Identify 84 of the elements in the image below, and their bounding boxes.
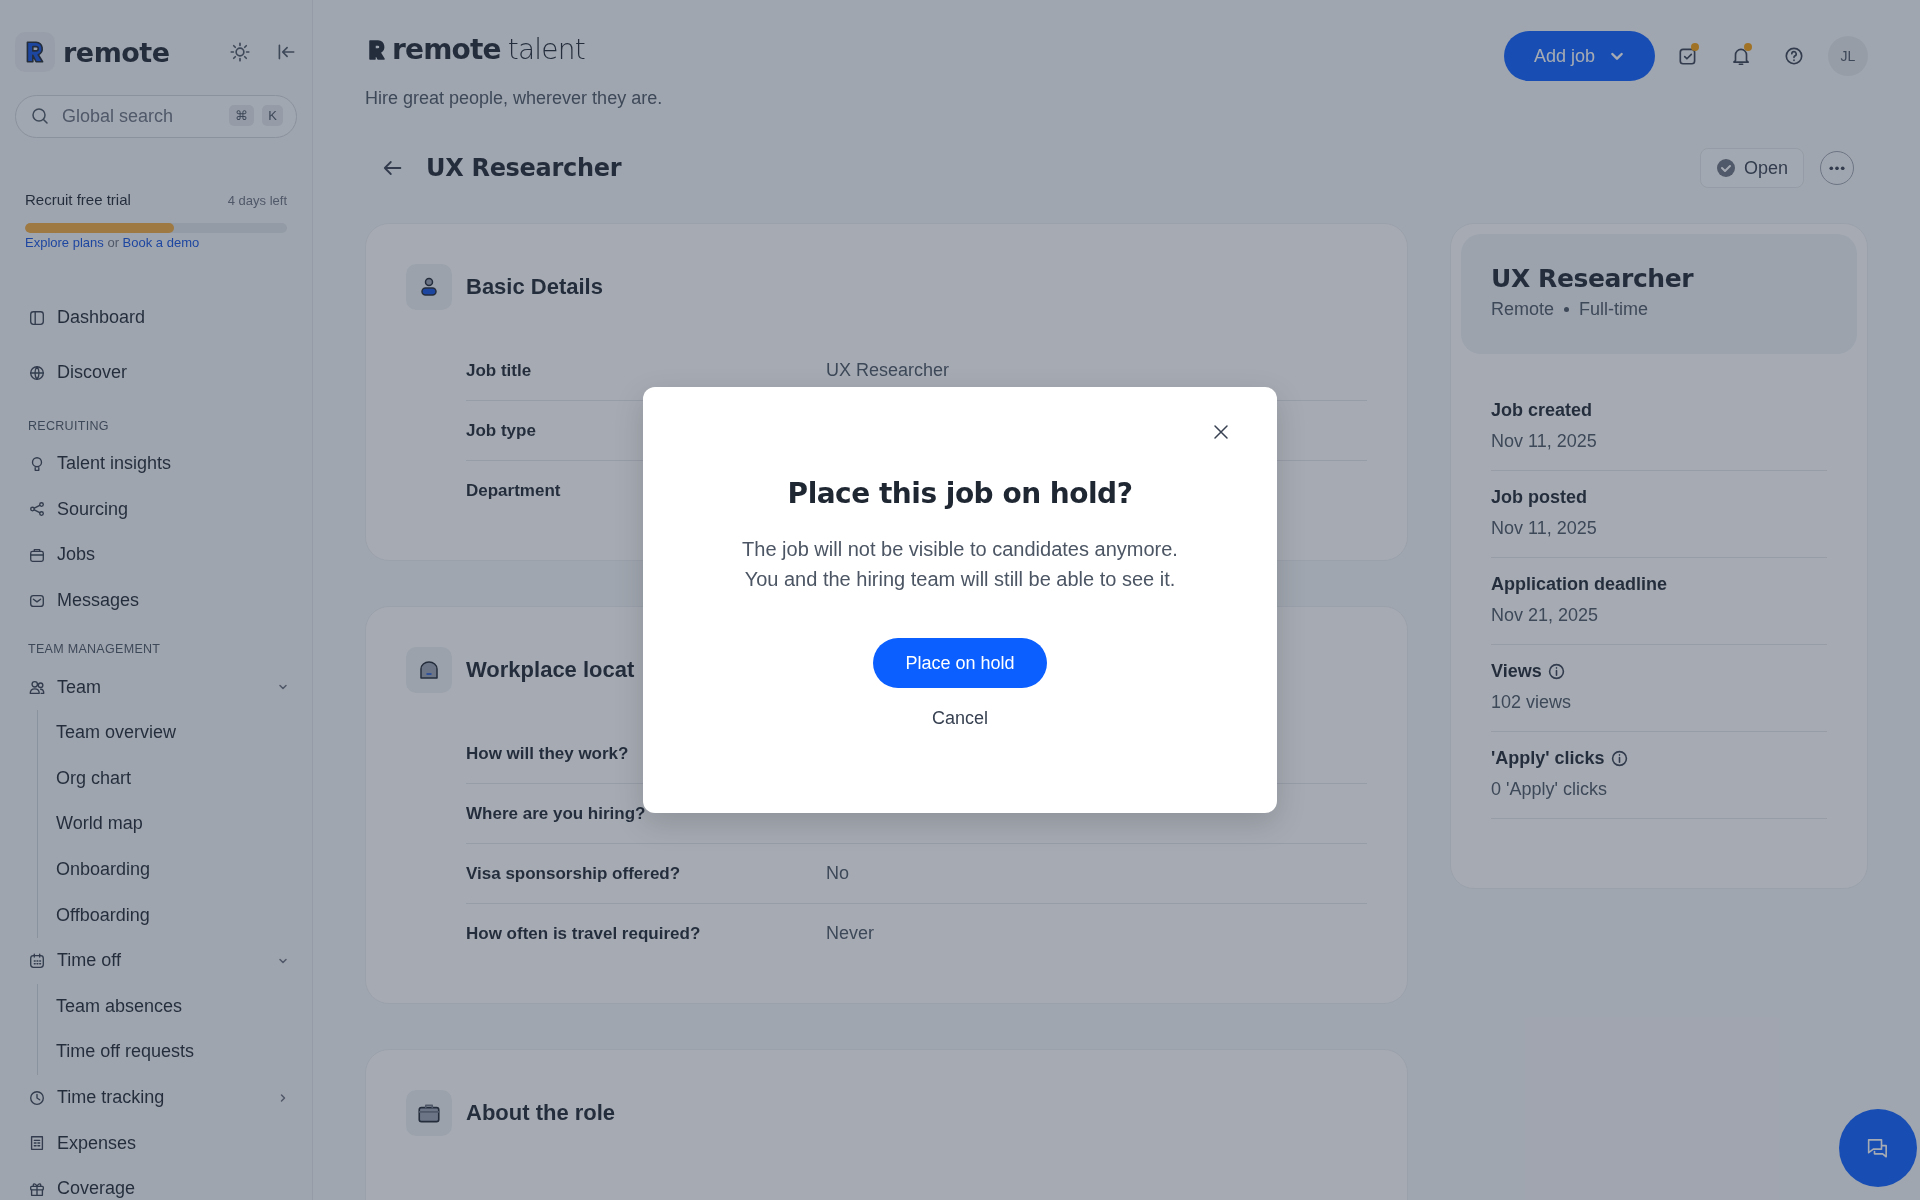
nav-item[interactable]: Sourcing bbox=[28, 486, 297, 533]
briefcase-icon bbox=[406, 1090, 452, 1136]
sun-icon[interactable] bbox=[229, 41, 251, 63]
separator-dot bbox=[1564, 307, 1570, 312]
clock-icon bbox=[28, 1088, 46, 1107]
building-icon bbox=[406, 647, 452, 693]
field-label: Job type bbox=[466, 420, 537, 441]
nav-subitem[interactable]: Team absences bbox=[56, 983, 297, 1030]
shortcut-key: ⌘ bbox=[229, 105, 255, 126]
trial-title: Recruit free trial bbox=[25, 191, 131, 208]
nav-item[interactable]: Jobs bbox=[28, 532, 297, 578]
add-job-button[interactable]: Add job bbox=[1503, 31, 1655, 81]
field-label: How often is travel required? bbox=[466, 923, 702, 944]
nav-subitem[interactable]: Time off requests bbox=[56, 1029, 297, 1075]
receipt-icon bbox=[28, 1134, 46, 1153]
job-meta: Full-time bbox=[1579, 299, 1649, 320]
nav-item[interactable]: Time tracking bbox=[28, 1074, 297, 1121]
nav-item[interactable]: Expenses bbox=[28, 1120, 297, 1166]
dialog-title: Place this job on hold? bbox=[787, 477, 1133, 510]
briefcase-icon bbox=[28, 546, 46, 564]
stat-value: Nov 21, 2025 bbox=[1491, 605, 1600, 626]
check-circle-icon bbox=[1715, 158, 1736, 178]
explore-plans-link[interactable]: Explore plans bbox=[25, 235, 104, 250]
logo-icon bbox=[15, 32, 55, 72]
brand-name: remote bbox=[392, 33, 501, 66]
or-text: or bbox=[107, 235, 119, 250]
stat-label: 'Apply' clicks bbox=[1491, 748, 1605, 769]
field-value: No bbox=[826, 863, 849, 884]
stat-value: 0 'Apply' clicks bbox=[1491, 779, 1608, 800]
people-icon bbox=[28, 678, 46, 697]
nav-item[interactable]: Coverage bbox=[28, 1165, 297, 1200]
field-label: How will they work? bbox=[466, 743, 630, 764]
field-label: Where are you hiring? bbox=[466, 803, 647, 824]
section-heading: TEAM MANAGEMENT bbox=[28, 641, 162, 659]
stat-value: Nov 11, 2025 bbox=[1491, 431, 1598, 452]
nav-item[interactable]: Discover bbox=[28, 345, 297, 400]
field-value: UX Researcher bbox=[826, 360, 950, 381]
nav-item[interactable]: Team bbox=[28, 664, 297, 710]
user-avatar[interactable]: JL bbox=[1828, 36, 1868, 76]
nav-item[interactable]: Time off bbox=[28, 937, 297, 984]
field-value: Never bbox=[826, 923, 874, 944]
nav-subitem[interactable]: Offboarding bbox=[56, 892, 297, 938]
search-icon bbox=[30, 106, 50, 126]
share-icon bbox=[28, 500, 46, 519]
globe-icon bbox=[28, 363, 46, 382]
stat-label: Application deadline bbox=[1491, 574, 1668, 595]
section-heading: RECRUITING bbox=[28, 418, 110, 435]
nav-subitem[interactable]: World map bbox=[56, 801, 297, 847]
person-icon bbox=[406, 264, 452, 310]
field-label: Job title bbox=[466, 360, 533, 381]
nav-item[interactable]: Talent insights bbox=[28, 441, 297, 487]
stat-label: Views bbox=[1491, 661, 1542, 682]
place-on-hold-button[interactable]: Place on hold bbox=[873, 638, 1047, 688]
close-icon bbox=[1211, 422, 1231, 442]
nav-item[interactable]: Messages bbox=[28, 577, 297, 624]
nav-item[interactable]: Dashboard bbox=[28, 290, 297, 345]
stat-value: Nov 11, 2025 bbox=[1491, 518, 1598, 539]
days-left: 4 days left bbox=[227, 193, 287, 208]
book-demo-link[interactable]: Book a demo bbox=[122, 235, 200, 250]
card-title: About the role bbox=[466, 1100, 616, 1126]
nav-subitem[interactable]: Team overview bbox=[56, 709, 297, 756]
nav-subitem[interactable]: Org chart bbox=[56, 755, 297, 802]
nav-subitem[interactable]: Onboarding bbox=[56, 846, 297, 893]
info-icon[interactable] bbox=[1547, 663, 1565, 680]
shortcut-key: K bbox=[262, 105, 283, 126]
status-button[interactable]: Open bbox=[1699, 148, 1804, 188]
dialog-message: The job will not be visible to candidates anymore. You and the hiring team will still be able to see it. bbox=[742, 537, 1178, 592]
brand-name: remote bbox=[63, 36, 171, 68]
more-icon bbox=[1829, 165, 1845, 171]
panel-icon bbox=[28, 308, 46, 327]
job-title: UX Researcher bbox=[1491, 264, 1695, 293]
page-title: UX Researcher bbox=[426, 154, 622, 182]
card-title: Basic Details bbox=[466, 274, 603, 300]
tagline: Hire great people, wherever they are. bbox=[365, 88, 663, 109]
cancel-button[interactable]: Cancel bbox=[920, 700, 1000, 737]
stat-value: 102 views bbox=[1491, 692, 1573, 713]
field-label: Visa sponsorship offered? bbox=[466, 863, 682, 884]
stat-label: Job created bbox=[1491, 400, 1593, 421]
card-title: Workplace locat bbox=[466, 657, 635, 683]
calendar-icon bbox=[28, 951, 46, 970]
brand-suffix: talent bbox=[507, 33, 585, 66]
info-icon[interactable] bbox=[1610, 750, 1628, 767]
job-meta: Remote bbox=[1491, 299, 1555, 320]
stat-label: Job posted bbox=[1491, 487, 1587, 508]
